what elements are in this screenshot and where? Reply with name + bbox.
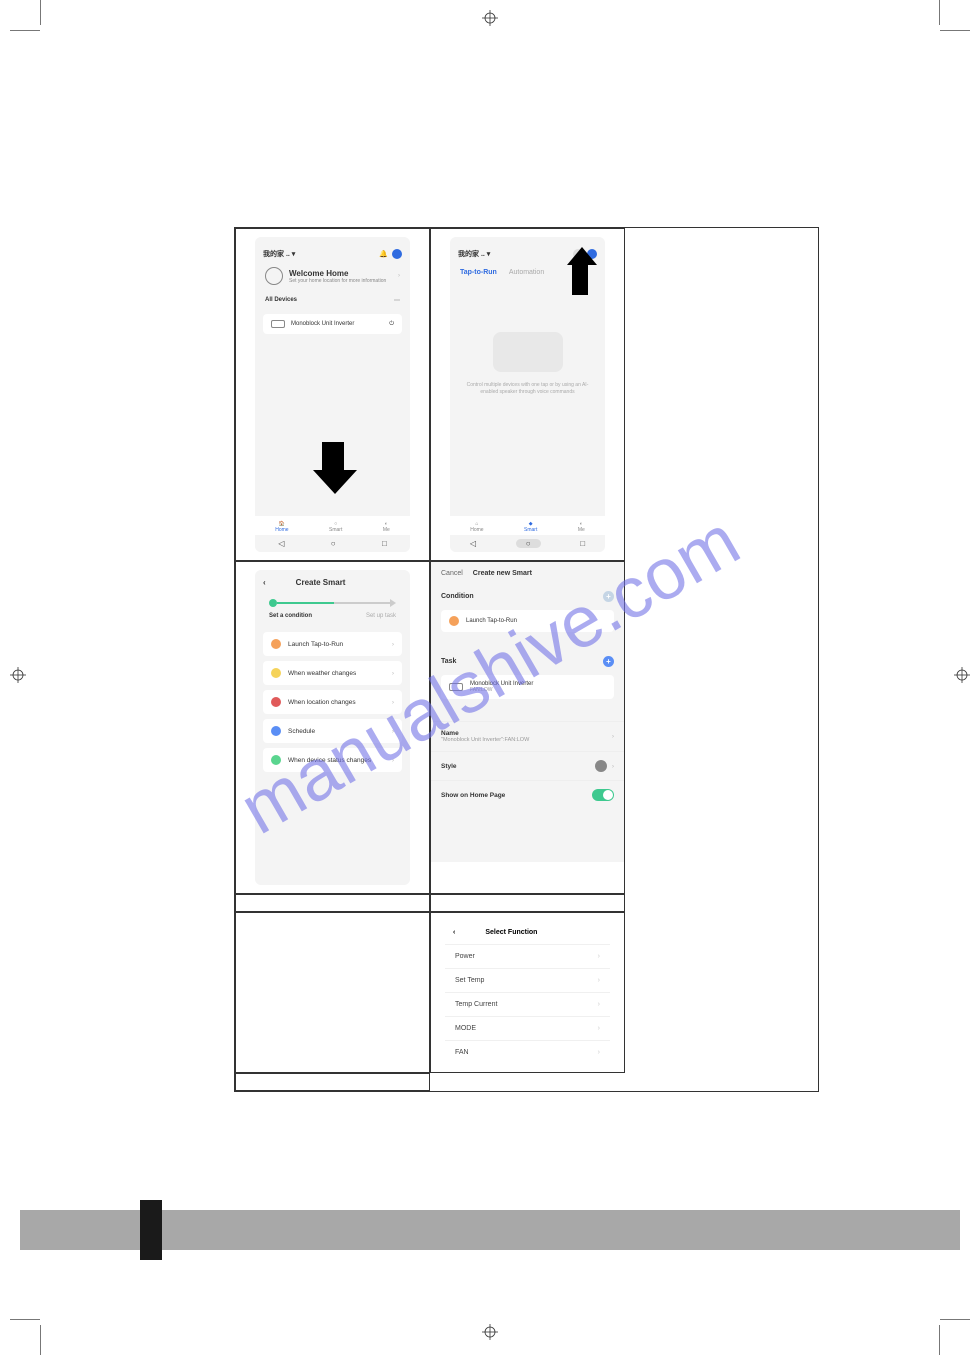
step-task: Set up task [366,613,396,619]
chevron-right-icon[interactable]: › [398,273,400,279]
cell-home-screen: 我的家 .. ▾ 🔔 Welcome Home Set your home lo… [235,228,430,561]
cell-create-new-smart: Cancel Create new Smart Condition + Laun… [430,561,625,894]
registration-mark-icon [10,667,26,683]
function-power[interactable]: Power› [445,944,610,968]
home-icon[interactable]: ○ [516,539,541,548]
chevron-right-icon: › [612,763,614,770]
function-mode[interactable]: MODE› [445,1016,610,1040]
cell-select-function: ‹ Select Function Power› Set Temp› Temp … [430,912,625,1073]
task-item[interactable]: Monoblock Unit Inverter FAN:LOW [441,675,614,699]
bell-icon[interactable]: 🔔 [379,250,388,258]
tab-automation[interactable]: Automation [509,269,544,276]
ac-unit-icon [271,320,285,328]
home-icon[interactable]: ○ [331,539,336,548]
phone-home: 我的家 .. ▾ 🔔 Welcome Home Set your home lo… [255,237,410,552]
cell-smart-screen: 我的家 .. ▾ Tap-to-Run Automation Control m… [430,228,625,561]
welcome-title: Welcome Home [289,269,386,278]
all-devices-tab[interactable]: All Devices [265,297,297,304]
cond-device-status[interactable]: When device status changes› [263,748,402,772]
tap-icon [449,616,459,626]
chevron-right-icon: › [612,733,614,740]
cell-empty [430,894,625,912]
cell-create-smart: ‹ Create Smart Set a condition Set up ta… [235,561,430,894]
condition-label: Condition [441,593,474,600]
registration-mark-icon [482,1324,498,1340]
device-card[interactable]: Monoblock Unit Inverter ⏻ [263,314,402,334]
function-temp-current[interactable]: Temp Current› [445,992,610,1016]
welcome-subtitle: Set your home location for more informat… [289,278,386,284]
arrow-down-icon [313,442,353,492]
registration-mark-icon [954,667,970,683]
recent-icon[interactable]: □ [382,539,387,548]
device-status-icon [271,755,281,765]
show-on-home-toggle[interactable] [592,789,614,801]
home-name-dropdown[interactable]: 我的家 .. ▾ [263,249,295,259]
phone-create-new-smart: Cancel Create new Smart Condition + Laun… [431,562,624,862]
nav-home[interactable]: ⌂Home [470,521,483,533]
cond-launch-tap[interactable]: Launch Tap-to-Run› [263,632,402,656]
bottom-nav: ⌂Home ◆Smart ◐Me [450,516,605,535]
tab-tap-to-run[interactable]: Tap-to-Run [460,269,497,276]
tap-icon [271,639,281,649]
task-label: Task [441,658,456,665]
nav-me[interactable]: ◐Me [578,521,585,533]
nav-home[interactable]: 🏠Home [275,521,288,533]
nav-smart[interactable]: ◆Smart [524,521,537,533]
recent-icon[interactable]: □ [580,539,585,548]
cell-empty [235,1073,430,1091]
page-title: Create Smart [296,578,346,587]
crop-mark-icon [18,0,88,70]
crop-mark-icon [892,1280,962,1350]
cancel-button[interactable]: Cancel [441,570,463,577]
footer-page-tab [140,1200,162,1260]
cond-weather[interactable]: When weather changes› [263,661,402,685]
back-icon[interactable]: ‹ [263,578,266,587]
bottom-nav: 🏠Home ○Smart ◐Me [255,516,410,535]
android-nav: ◁ ○ □ [450,535,605,552]
style-color-icon [595,760,607,772]
sun-icon [265,267,283,285]
empty-caption: Control multiple devices with one tap or… [450,382,605,395]
power-icon[interactable]: ⏻ [389,321,394,328]
step-condition: Set a condition [269,613,312,619]
function-fan[interactable]: FAN› [445,1040,610,1064]
phone-smart: 我的家 .. ▾ Tap-to-Run Automation Control m… [450,237,605,552]
add-button[interactable] [392,249,402,259]
schedule-icon [271,726,281,736]
name-field[interactable]: Name "Monoblock Unit Inverter":FAN:LOW › [431,721,624,751]
back-icon[interactable]: ◁ [470,539,476,548]
phone-create-smart: ‹ Create Smart Set a condition Set up ta… [255,570,410,885]
cond-schedule[interactable]: Schedule› [263,719,402,743]
cell-empty [235,894,430,912]
ac-unit-icon [449,683,463,691]
cell-empty [235,912,430,1073]
back-icon[interactable]: ◁ [278,539,284,548]
style-field[interactable]: Style › [431,751,624,780]
crop-mark-icon [18,1280,88,1350]
home-name-dropdown[interactable]: 我的家 .. ▾ [458,249,490,259]
cond-location[interactable]: When location changes› [263,690,402,714]
progress-bar [255,595,410,611]
crop-mark-icon [892,0,962,70]
phone-select-function: ‹ Select Function Power› Set Temp› Temp … [445,921,610,1064]
add-task-button[interactable]: + [603,656,614,667]
more-icon[interactable]: ⋯ [394,297,400,304]
empty-illustration-icon [493,332,563,372]
nav-me[interactable]: ◐Me [383,521,390,533]
registration-mark-icon [482,10,498,26]
screenshot-grid: 我的家 .. ▾ 🔔 Welcome Home Set your home lo… [234,227,819,1092]
location-icon [271,697,281,707]
page-title: Select Function [485,929,537,936]
add-condition-button[interactable]: + [603,591,614,602]
device-name: Monoblock Unit Inverter [291,321,354,327]
condition-item[interactable]: Launch Tap-to-Run [441,610,614,632]
back-icon[interactable]: ‹ [453,929,455,936]
nav-smart[interactable]: ○Smart [329,521,342,533]
show-on-home-field: Show on Home Page [431,780,624,809]
android-nav: ◁ ○ □ [255,535,410,552]
page-title: Create new Smart [473,570,532,577]
arrow-up-icon [567,247,593,297]
function-set-temp[interactable]: Set Temp› [445,968,610,992]
weather-icon [271,668,281,678]
